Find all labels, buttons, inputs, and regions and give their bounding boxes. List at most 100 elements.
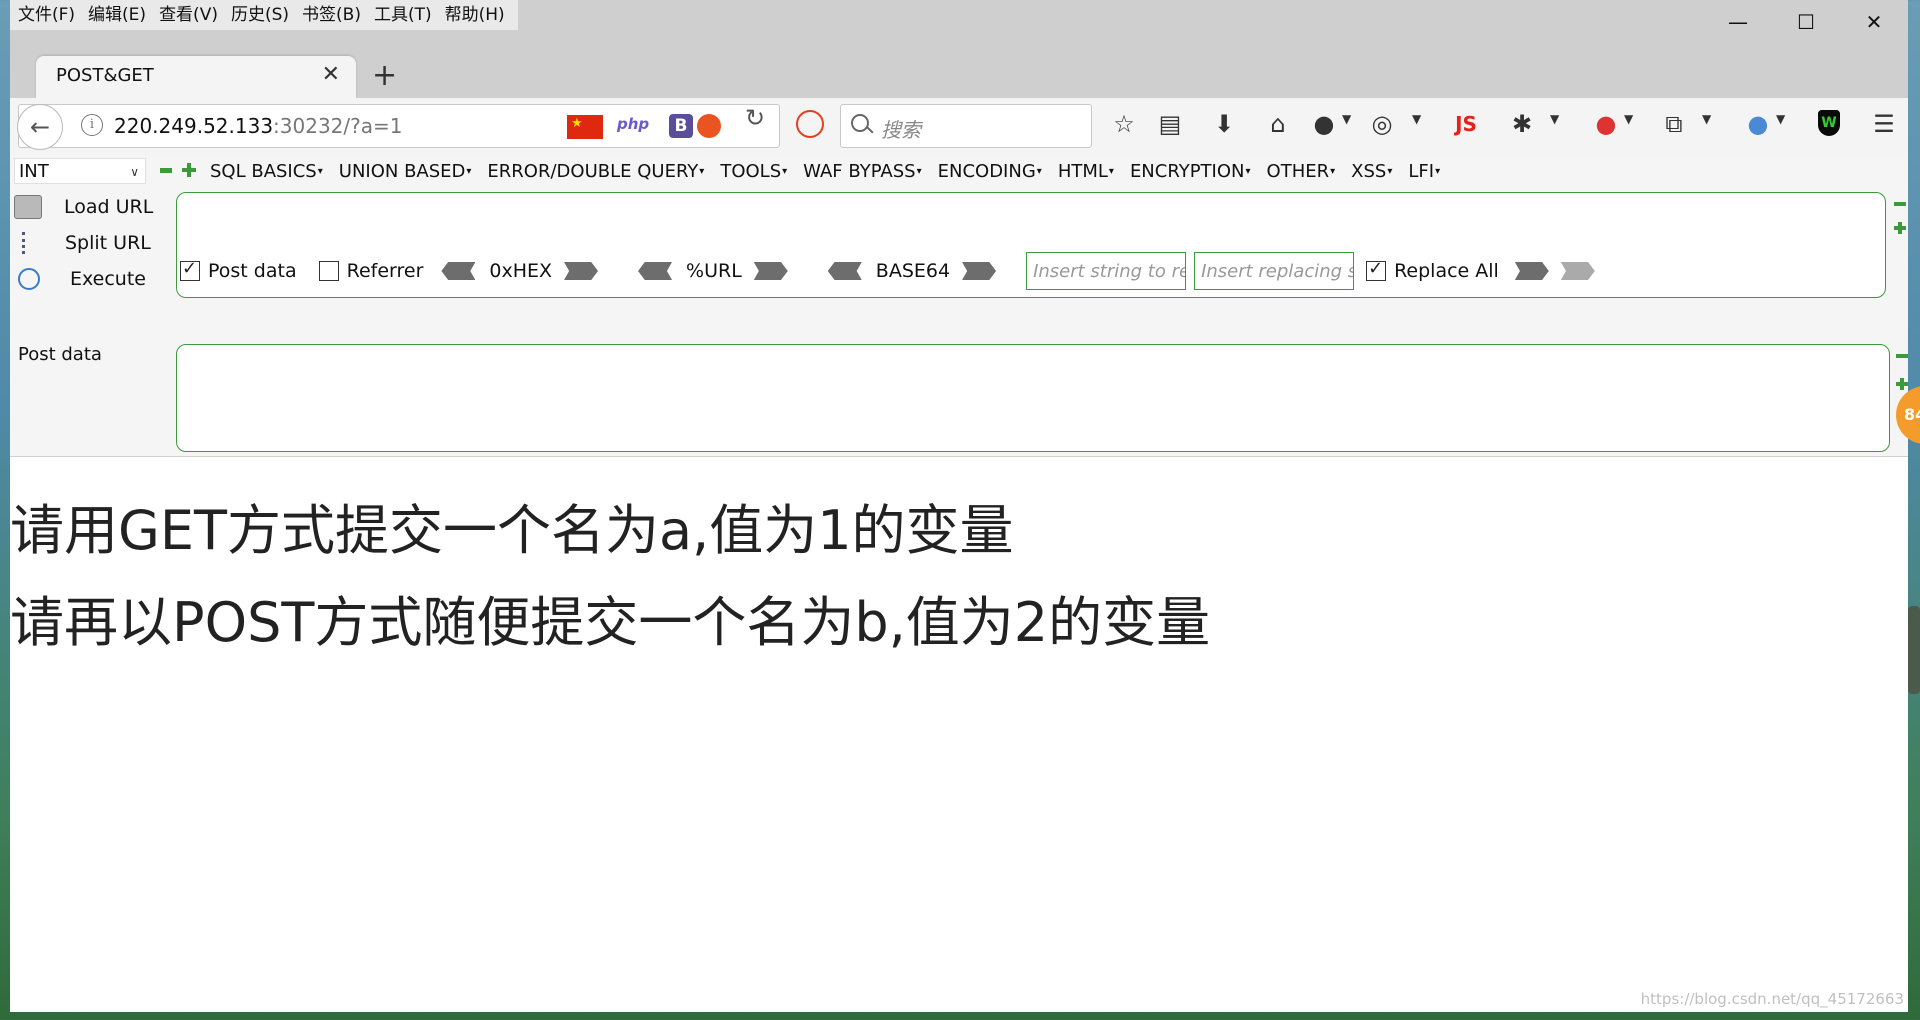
execute-button[interactable]: Execute <box>14 264 146 294</box>
referrer-checkbox-label: Referrer <box>346 260 424 282</box>
hex-label: 0xHEX <box>489 260 553 282</box>
post-data-checkbox-label: Post data <box>208 260 297 282</box>
menu-html[interactable]: HTML <box>1058 161 1114 182</box>
plus-icon[interactable] <box>1896 378 1908 390</box>
menu-history[interactable]: 历史(S) <box>227 0 298 30</box>
navigation-bar: ← i 220.249.52.133:30232/?a=1 php B ↻ 搜索… <box>10 98 1908 155</box>
menu-file[interactable]: 文件(F) <box>14 0 84 30</box>
menu-error-double-query[interactable]: ERROR/DOUBLE QUERY <box>487 161 704 182</box>
shield-icon[interactable]: W <box>1818 110 1840 136</box>
menu-tools-hb[interactable]: TOOLS <box>720 161 787 182</box>
hackbar-panel: INT ∨ SQL BASICS UNION BASED ERROR/DOUBL… <box>10 154 1908 457</box>
replace-all-checkbox[interactable] <box>1366 258 1387 281</box>
red-addon-icon[interactable]: ● <box>1592 110 1620 138</box>
chevron-down-icon: ∨ <box>130 165 139 179</box>
google-icon[interactable]: ● <box>1744 110 1772 138</box>
replace-arrow-icon[interactable] <box>1514 262 1549 280</box>
globe-icon[interactable]: ● <box>1310 110 1338 138</box>
type-select[interactable]: INT ∨ <box>14 158 146 184</box>
menu-lfi[interactable]: LFI <box>1408 161 1440 182</box>
split-url-button[interactable]: Split URL <box>14 228 151 258</box>
minus-icon[interactable] <box>1896 354 1908 358</box>
base64-encode-arrow-icon[interactable] <box>962 262 997 280</box>
copy-icon[interactable]: ⧉ <box>1660 110 1688 138</box>
bug-icon[interactable]: ✱ <box>1508 110 1536 138</box>
maximize-button[interactable]: ☐ <box>1772 0 1840 44</box>
base64-label: BASE64 <box>875 260 951 282</box>
plus-icon[interactable] <box>1894 222 1906 234</box>
tab-post-get[interactable]: POST&GET ✕ <box>36 56 356 98</box>
bookmark-star-icon[interactable]: ☆ <box>1110 110 1138 138</box>
menu-encoding[interactable]: ENCODING <box>938 161 1042 182</box>
new-tab-button[interactable]: + <box>372 56 397 96</box>
replacing-string-input[interactable]: Insert replacing string <box>1194 252 1355 290</box>
chevron-down-icon[interactable]: ▼ <box>1412 112 1421 126</box>
minimize-button[interactable]: — <box>1704 0 1772 44</box>
menu-sql-basics[interactable]: SQL BASICS <box>210 161 323 182</box>
hex-decode-arrow-icon[interactable] <box>441 262 476 280</box>
menu-waf-bypass[interactable]: WAF BYPASS <box>803 161 921 182</box>
load-url-button[interactable]: Load URL <box>14 192 153 222</box>
url-host: 220.249.52.133 <box>114 114 274 138</box>
reading-list-icon[interactable]: ▤ <box>1156 110 1184 138</box>
replace-alt-arrow-icon[interactable] <box>1560 262 1595 280</box>
b-extension-icon[interactable]: B <box>669 114 693 138</box>
url-encode-arrow-icon[interactable] <box>753 262 788 280</box>
menu-union-based[interactable]: UNION BASED <box>339 161 472 182</box>
url-bar[interactable]: ← i 220.249.52.133:30232/?a=1 php B <box>17 104 780 150</box>
chevron-down-icon[interactable]: ▼ <box>1550 112 1559 126</box>
js-toggle-icon[interactable]: JS <box>1452 110 1480 138</box>
menu-edit[interactable]: 编辑(E) <box>84 0 155 30</box>
menu-other[interactable]: OTHER <box>1267 161 1336 182</box>
referrer-checkbox[interactable] <box>318 261 339 281</box>
search-icon <box>851 114 869 132</box>
minus-icon[interactable] <box>160 168 172 173</box>
ubuntu-icon[interactable] <box>697 114 721 138</box>
menu-encryption[interactable]: ENCRYPTION <box>1130 161 1251 182</box>
php-extension-icon[interactable]: php <box>617 115 649 133</box>
plus-icon[interactable] <box>182 163 196 177</box>
url-path: :30232/?a=1 <box>273 114 403 138</box>
url-text[interactable]: 220.249.52.133:30232/?a=1 <box>114 114 403 138</box>
load-url-icon <box>14 195 42 219</box>
execute-label: Execute <box>70 268 146 290</box>
search-placeholder: 搜索 <box>881 118 921 142</box>
browser-window: 文件(F) 编辑(E) 查看(V) 历史(S) 书签(B) 工具(T) 帮助(H… <box>10 0 1908 1012</box>
chevron-down-icon[interactable]: ▼ <box>1624 112 1633 126</box>
url-encode-label: %URL <box>686 260 742 282</box>
replace-all-label: Replace All <box>1394 260 1499 282</box>
menu-bookmarks[interactable]: 书签(B) <box>298 0 370 30</box>
post-data-label: Post data <box>18 344 102 365</box>
menu-tools[interactable]: 工具(T) <box>370 0 441 30</box>
search-input[interactable]: 搜索 <box>840 104 1092 148</box>
post-data-textarea[interactable] <box>176 344 1890 452</box>
replace-string-input[interactable]: Insert string to replace <box>1026 252 1187 290</box>
china-flag-icon[interactable] <box>567 115 603 139</box>
menu-xss[interactable]: XSS <box>1351 161 1392 182</box>
watermark-text: https://blog.csdn.net/qq_45172663 <box>1640 990 1904 1008</box>
chevron-down-icon[interactable]: ▼ <box>1702 112 1711 126</box>
url-decode-arrow-icon[interactable] <box>638 262 673 280</box>
noscript-icon[interactable] <box>796 110 824 138</box>
tab-close-icon[interactable]: ✕ <box>322 62 340 87</box>
menu-view[interactable]: 查看(V) <box>155 0 227 30</box>
window-controls: — ☐ ✕ <box>1704 0 1908 44</box>
info-icon[interactable]: i <box>81 114 103 136</box>
title-bar: 文件(F) 编辑(E) 查看(V) 历史(S) 书签(B) 工具(T) 帮助(H… <box>10 0 1908 98</box>
back-arrow-icon[interactable]: ← <box>17 104 63 150</box>
close-window-button[interactable]: ✕ <box>1840 0 1908 44</box>
base64-decode-arrow-icon[interactable] <box>827 262 862 280</box>
chevron-down-icon[interactable]: ▼ <box>1342 112 1351 126</box>
split-url-label: Split URL <box>65 232 151 254</box>
chevron-down-icon[interactable]: ▼ <box>1776 112 1785 126</box>
palette-icon[interactable]: ◎ <box>1368 110 1396 138</box>
home-icon[interactable]: ⌂ <box>1264 110 1292 138</box>
menu-help[interactable]: 帮助(H) <box>441 0 514 30</box>
minus-icon[interactable] <box>1894 202 1906 206</box>
hex-encode-arrow-icon[interactable] <box>564 262 599 280</box>
hamburger-menu-icon[interactable]: ☰ <box>1870 110 1898 138</box>
download-icon[interactable]: ⬇ <box>1210 110 1238 138</box>
post-data-checkbox[interactable] <box>180 258 200 281</box>
reload-icon[interactable]: ↻ <box>745 104 765 132</box>
type-select-value: INT <box>19 161 49 182</box>
